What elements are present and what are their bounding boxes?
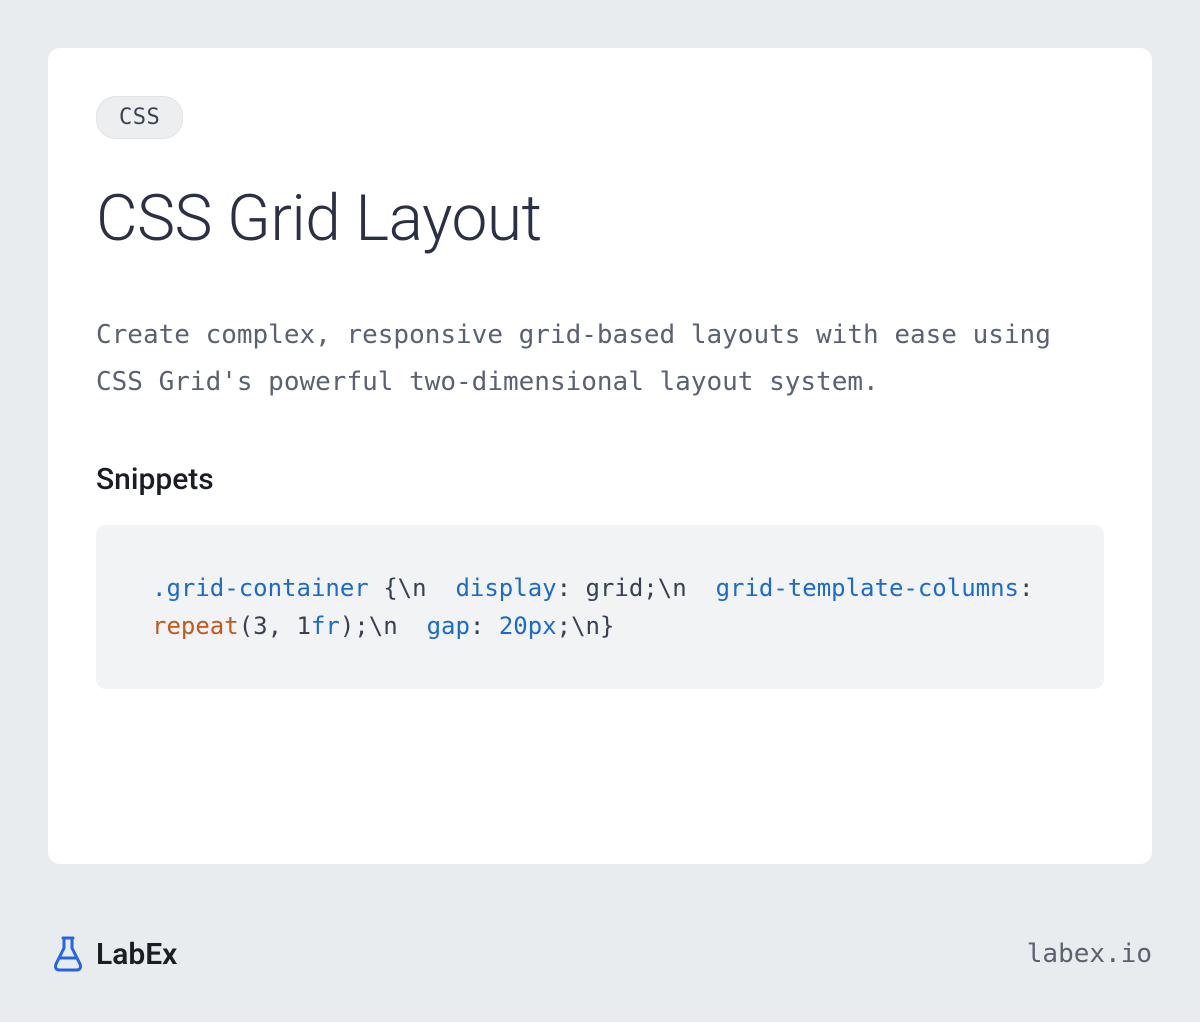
code-value: 20px — [499, 612, 557, 640]
logo: LabEx — [48, 934, 177, 974]
code-text: ;\n} — [557, 612, 615, 640]
language-tag: CSS — [96, 96, 183, 139]
page-title: CSS Grid Layout — [96, 181, 1104, 256]
code-text: : grid;\n — [557, 574, 716, 602]
description-text: Create complex, responsive grid-based la… — [96, 312, 1104, 406]
code-property: grid-template-columns — [716, 574, 1019, 602]
footer-url: labex.io — [1027, 939, 1152, 969]
code-property: gap — [427, 612, 470, 640]
code-snippet: .grid-container {\n display: grid;\n gri… — [96, 525, 1104, 690]
snippets-heading: Snippets — [96, 462, 1104, 497]
content-card: CSS CSS Grid Layout Create complex, resp… — [48, 48, 1152, 864]
code-selector: .grid-container — [152, 574, 369, 602]
footer: LabEx labex.io — [48, 934, 1152, 974]
code-text: );\n — [340, 612, 427, 640]
code-text: : — [470, 612, 499, 640]
logo-text: LabEx — [96, 937, 177, 972]
code-text: (3, 1 — [239, 612, 311, 640]
flask-icon — [48, 934, 88, 974]
code-text: : — [1019, 574, 1048, 602]
code-property: display — [455, 574, 556, 602]
code-unit: fr — [311, 612, 340, 640]
code-text: {\n — [369, 574, 456, 602]
code-function: repeat — [152, 612, 239, 640]
